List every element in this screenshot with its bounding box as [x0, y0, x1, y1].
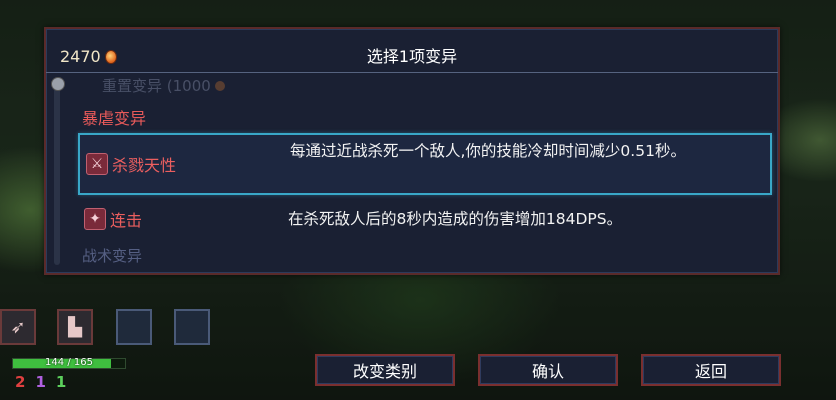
panel-header: 2470 选择1项变异 — [46, 29, 778, 73]
cell-icon — [214, 80, 225, 91]
bow-icon: ➶ — [10, 316, 26, 338]
category-brutality: 暴虐变异 — [82, 109, 147, 128]
reset-mutation-label: 重置变异 (1000 — [102, 77, 211, 95]
mutation-name: 连击 — [110, 211, 143, 230]
brutality-count: 2 — [15, 373, 26, 391]
weapon-slot-2: ▙ — [57, 309, 93, 345]
mutation-description: 在杀死敌人后的8秒内造成的伤害增加184DPS。 — [288, 210, 623, 228]
panel-title: 选择1项变异 — [366, 47, 458, 66]
mutation-panel: 2470 选择1项变异 重置变异 (1000 暴虐变异 ⚔ 杀戮天性 每通过近战… — [44, 27, 780, 275]
tactics-count: 1 — [35, 373, 46, 391]
scrollbar-track[interactable] — [54, 79, 60, 265]
change-category-button[interactable]: 改变类别 — [315, 354, 455, 386]
mutation-description: 每通过近战杀死一个敌人,你的技能冷却时间减少0.51秒。 — [290, 142, 686, 160]
category-tactics: 战术变异 — [82, 247, 143, 265]
skill-slot-2 — [174, 309, 210, 345]
killer-instinct-icon: ⚔ — [86, 153, 108, 175]
scrollbar-thumb[interactable] — [51, 77, 65, 91]
survival-count: 1 — [55, 373, 67, 391]
skill-slot-1 — [116, 309, 152, 345]
health-text: 144 / 165 — [45, 357, 93, 368]
mutation-item-killer-instinct[interactable]: ⚔ 杀戮天性 每通过近战杀死一个敌人,你的技能冷却时间减少0.51秒。 — [78, 133, 772, 195]
back-button[interactable]: 返回 — [641, 354, 781, 386]
boot-icon: ▙ — [68, 316, 82, 338]
weapon-slot-1: ➶ — [0, 309, 36, 345]
confirm-button[interactable]: 确认 — [478, 354, 618, 386]
combo-icon: ✦ — [84, 208, 106, 230]
mutation-item-combo[interactable]: ✦ 连击 在杀死敌人后的8秒内造成的伤害增加184DPS。 — [78, 199, 772, 239]
reset-mutation-item[interactable]: 重置变异 (1000 — [102, 75, 225, 96]
mutation-name: 杀戮天性 — [112, 156, 177, 175]
scroll-stats: 2 1 1 — [15, 373, 66, 391]
